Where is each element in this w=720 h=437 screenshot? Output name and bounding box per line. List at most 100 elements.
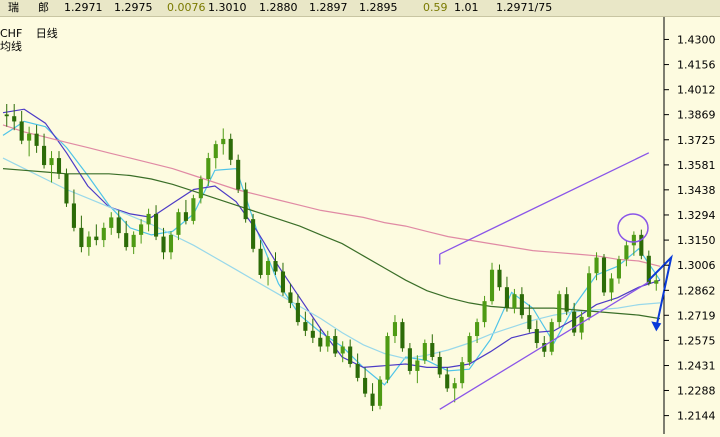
price-tick-label: 1.3725	[677, 134, 716, 147]
candle	[549, 318, 554, 356]
plot-area: 1.4300 1.4156 1.4012 1.3869 1.3725 1.3581 1.34…	[0, 0, 720, 434]
candle-body	[206, 158, 211, 180]
candle-body	[310, 330, 315, 338]
candle-body	[258, 248, 263, 275]
candle-body	[512, 294, 517, 309]
candle-body	[288, 292, 293, 303]
candle-body	[236, 159, 241, 190]
price-tick-label: 1.3581	[677, 159, 716, 172]
candle-body	[79, 227, 84, 248]
candle	[467, 332, 472, 366]
quote-value: 1.2975	[114, 1, 153, 14]
candle-body	[609, 278, 614, 293]
candle-body	[86, 236, 91, 248]
candle-body	[34, 133, 39, 146]
candle	[64, 168, 69, 207]
price-tick-label: 1.3294	[677, 209, 716, 222]
candle	[400, 318, 405, 352]
price-tick-label: 1.2575	[677, 334, 716, 347]
quote-symbol-fragment: 瑞	[8, 1, 19, 14]
candle-body	[153, 213, 159, 237]
price-tick-label: 1.4300	[677, 33, 716, 46]
price-tick-label: 1.4012	[677, 84, 716, 97]
candle-body	[325, 336, 330, 347]
candle-body	[631, 234, 636, 246]
candle-body	[221, 138, 226, 145]
price-tick-label: 1.2719	[677, 309, 716, 322]
quote-value: 1.01	[454, 1, 479, 14]
price-tick-label: 1.2144	[677, 410, 716, 423]
candle-body	[71, 203, 76, 228]
candle-body	[385, 336, 390, 380]
candle-body	[348, 346, 353, 364]
candle-body	[527, 315, 532, 330]
candle-body	[489, 269, 495, 302]
candle-body	[452, 383, 457, 389]
price-tick-label: 1.2862	[677, 284, 716, 297]
quote-bar: 瑞 郎 1.2971 1.2975 0.0076 1.3010 1.2880 1…	[0, 0, 720, 17]
quote-value: 1.2971	[64, 1, 103, 14]
candlestick-chart[interactable]: 1.4300 1.4156 1.4012 1.3869 1.3725 1.3581 1.34…	[0, 0, 720, 434]
candle-body	[422, 343, 427, 361]
candle-body	[370, 393, 375, 406]
candle	[601, 254, 607, 296]
candle-body	[139, 224, 144, 235]
quote-value: 1.2897	[309, 1, 348, 14]
candle-body	[437, 356, 442, 375]
candle-body	[624, 245, 629, 260]
candle	[587, 266, 592, 321]
candle-body	[295, 302, 300, 323]
chart-symbol-label: CHF 日线	[0, 27, 58, 40]
quote-label: 郎	[38, 1, 49, 14]
candle-body	[280, 271, 286, 293]
candle-body	[124, 233, 129, 248]
candle-body	[467, 336, 472, 363]
candle-body	[168, 234, 174, 253]
candle-body	[228, 138, 233, 160]
quote-value-change: 0.0076	[167, 1, 206, 14]
candle	[191, 194, 196, 225]
candle-body	[355, 363, 360, 378]
candle-body	[430, 343, 435, 357]
candle-body	[407, 348, 412, 371]
candle-body	[109, 217, 114, 228]
candle-body	[654, 280, 659, 284]
candle-body	[198, 179, 203, 199]
candle	[377, 376, 383, 410]
candle-body	[549, 322, 554, 352]
price-tick-label: 1.4156	[677, 59, 716, 72]
candle-body	[19, 121, 24, 141]
candle-body	[318, 337, 323, 347]
pair-fragment: CHF	[0, 27, 23, 40]
candle-body	[579, 316, 584, 333]
candle-body	[64, 173, 69, 204]
price-tick-label: 1.3006	[677, 259, 716, 272]
candle-body	[340, 346, 345, 354]
price-tick-label: 1.2288	[677, 384, 716, 397]
candle-body	[333, 336, 338, 354]
candle-body	[482, 301, 487, 323]
candle-body	[557, 294, 562, 323]
quote-value-change: 0.59	[423, 1, 448, 14]
candle-body	[616, 259, 621, 279]
candle-body	[534, 329, 539, 344]
quote-value: 1.2880	[259, 1, 298, 14]
candle-body	[392, 322, 398, 337]
candle-body	[27, 133, 32, 141]
candle-body	[445, 374, 450, 389]
candle-body	[191, 198, 196, 221]
candle-body	[176, 212, 181, 235]
candle	[251, 213, 256, 253]
candle-body	[251, 219, 256, 249]
price-tick-label: 1.3150	[677, 234, 716, 247]
candle-body	[213, 144, 218, 159]
period-label: 日线	[35, 27, 58, 40]
indicator-label: 均线	[0, 40, 22, 53]
candle-body	[116, 217, 121, 234]
candle-body	[42, 145, 47, 166]
quote-value: 1.2971/75	[496, 1, 553, 14]
candle-body	[183, 212, 188, 221]
candle-body	[94, 236, 99, 241]
candle-body	[564, 294, 569, 312]
candle	[646, 250, 651, 286]
